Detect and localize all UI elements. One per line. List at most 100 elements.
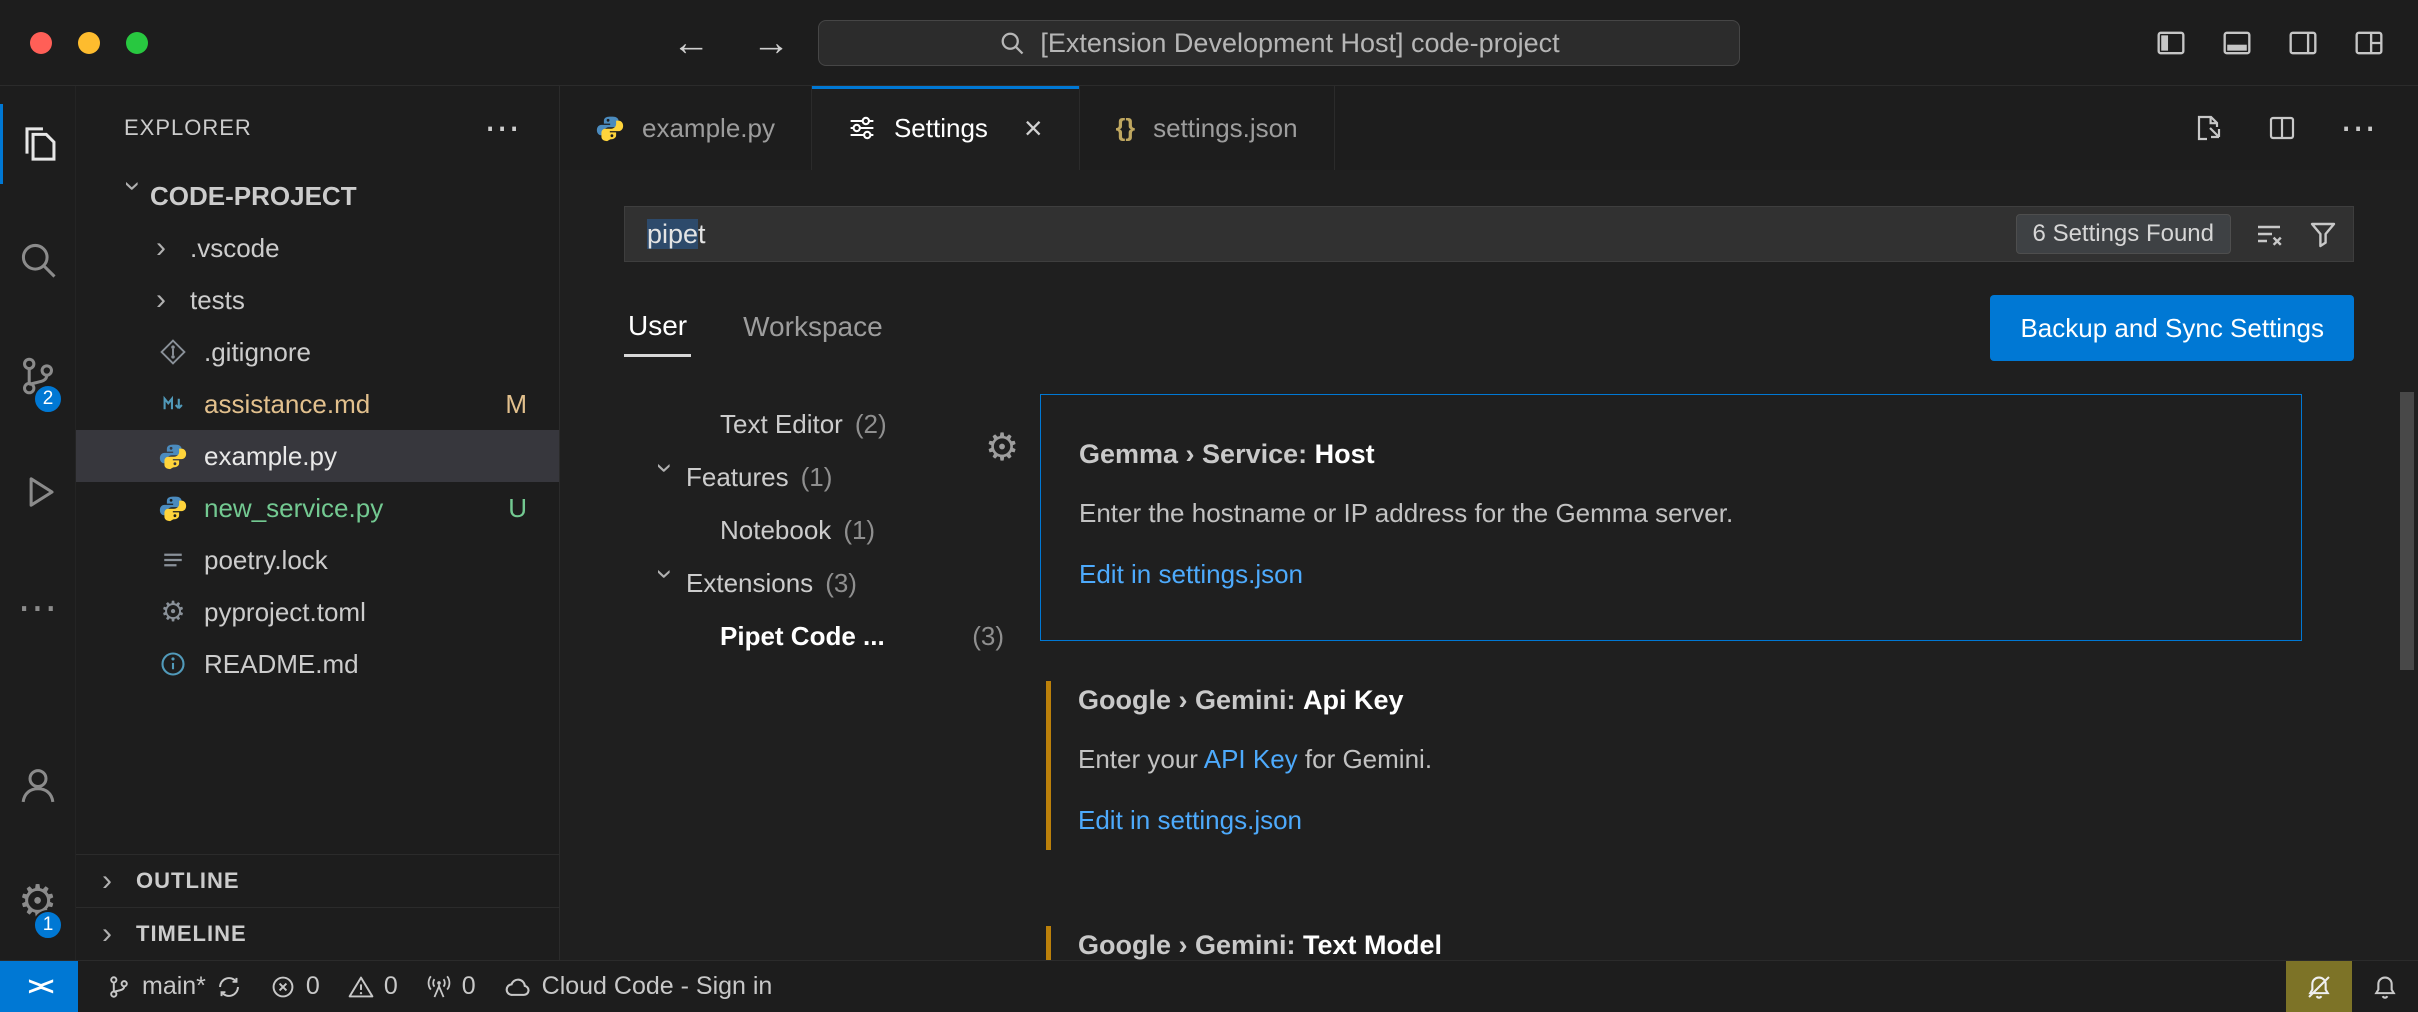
toggle-panel-icon[interactable]	[2220, 26, 2254, 60]
explorer-sidebar: EXPLORER ⋯ › CODE-PROJECT › .vscode › te…	[76, 86, 560, 960]
tree-item-pyproject-toml[interactable]: ⚙ pyproject.toml	[76, 586, 559, 638]
open-settings-json-icon[interactable]	[2192, 112, 2224, 144]
setting-actions-gear-icon[interactable]: ⚙	[985, 429, 1019, 467]
backup-sync-settings-button[interactable]: Backup and Sync Settings	[1990, 295, 2354, 361]
editor-group: example.py Settings × {} settings.json	[560, 86, 2418, 960]
python-icon	[156, 439, 190, 473]
warnings-count: 0	[384, 972, 398, 1001]
run-debug-view-button[interactable]	[0, 434, 75, 550]
tab-label: settings.json	[1153, 113, 1298, 144]
toc-item-features[interactable]: › Features (1)	[624, 451, 1040, 504]
cloud-icon	[504, 973, 532, 1001]
problems-status-item[interactable]: 0 0	[270, 972, 398, 1001]
settings-search-value: pipet	[639, 219, 706, 250]
chevron-right-icon: ›	[156, 231, 190, 265]
chevron-down-icon: ›	[648, 463, 682, 497]
customize-layout-icon[interactable]	[2352, 26, 2386, 60]
git-icon	[156, 335, 190, 369]
close-window-button[interactable]	[30, 32, 52, 54]
timeline-section-header[interactable]: › TIMELINE	[76, 907, 559, 960]
settings-editor: pipet 6 Settings Found User Workspace	[560, 170, 2418, 960]
tree-item-assistance-md[interactable]: assistance.md M	[76, 378, 559, 430]
search-view-button[interactable]	[0, 202, 75, 318]
setting-google-gemini-text-model[interactable]: Google › Gemini: Text Model	[1040, 886, 2302, 960]
manage-settings-button[interactable]: ⚙ 1	[0, 844, 75, 960]
edit-in-settings-json-link[interactable]: Edit in settings.json	[1078, 805, 2272, 836]
tree-item-readme-md[interactable]: README.md	[76, 638, 559, 690]
branch-status-item[interactable]: main*	[106, 972, 242, 1001]
toggle-secondary-sidebar-icon[interactable]	[2286, 26, 2320, 60]
markdown-icon	[156, 387, 190, 421]
tree-item-poetry-lock[interactable]: poetry.lock	[76, 534, 559, 586]
tab-example-py[interactable]: example.py	[560, 86, 812, 170]
minimize-window-button[interactable]	[78, 32, 100, 54]
tree-item-gitignore[interactable]: .gitignore	[76, 326, 559, 378]
settings-scope-tabs: User Workspace Backup and Sync Settings	[624, 292, 2354, 364]
filter-icon[interactable]	[2307, 218, 2339, 250]
tree-root-folder[interactable]: › CODE-PROJECT	[76, 170, 559, 222]
setting-gemma-service-host[interactable]: ⚙ Gemma › Service: Host Enter the hostna…	[1040, 394, 2302, 641]
setting-description: Enter your API Key for Gemini.	[1078, 744, 2272, 775]
command-center[interactable]: [Extension Development Host] code-projec…	[818, 20, 1740, 66]
source-control-view-button[interactable]: 2	[0, 318, 75, 434]
scrollbar[interactable]	[2400, 392, 2414, 670]
setting-google-gemini-api-key[interactable]: Google › Gemini: Api Key Enter your API …	[1040, 641, 2302, 886]
toc-item-text-editor[interactable]: Text Editor (2)	[624, 398, 1040, 451]
remote-indicator[interactable]: ><	[0, 961, 78, 1012]
tree-item-tests[interactable]: › tests	[76, 274, 559, 326]
split-editor-icon[interactable]	[2266, 112, 2298, 144]
python-icon	[596, 114, 624, 142]
setting-title: Google › Gemini: Api Key	[1078, 685, 2272, 716]
settings-search-input[interactable]: pipet 6 Settings Found	[624, 206, 2354, 262]
toc-item-extensions[interactable]: › Extensions (3)	[624, 557, 1040, 610]
file-tree: › CODE-PROJECT › .vscode › tests .gitign…	[76, 170, 559, 690]
tree-item-new-service-py[interactable]: new_service.py U	[76, 482, 559, 534]
explorer-view-button[interactable]	[0, 86, 75, 202]
setting-title: Gemma › Service: Host	[1079, 439, 2271, 470]
settings-sliders-icon	[848, 114, 876, 142]
tab-settings-json[interactable]: {} settings.json	[1080, 86, 1335, 170]
toc-item-notebook[interactable]: Notebook (1)	[624, 504, 1040, 557]
gear-icon: ⚙	[156, 595, 190, 629]
tab-bar: example.py Settings × {} settings.json	[560, 86, 2418, 170]
notifications-status-item[interactable]	[2352, 973, 2418, 1001]
sync-icon	[216, 974, 242, 1000]
close-tab-icon[interactable]: ×	[1024, 112, 1043, 144]
tab-settings[interactable]: Settings ×	[812, 86, 1080, 170]
go-back-button[interactable]: ←	[672, 22, 710, 65]
toggle-primary-sidebar-icon[interactable]	[2154, 26, 2188, 60]
outline-section-header[interactable]: › OUTLINE	[76, 854, 559, 907]
setting-title: Google › Gemini: Text Model	[1078, 930, 2272, 960]
scope-tab-workspace[interactable]: Workspace	[739, 301, 887, 355]
scope-tab-user[interactable]: User	[624, 300, 691, 357]
ports-status-item[interactable]: 0	[426, 972, 476, 1001]
vscode-window: ← → [Extension Development Host] code-pr…	[0, 0, 2418, 1012]
git-status-badge: M	[505, 389, 527, 420]
clear-settings-search-icon[interactable]	[2253, 218, 2285, 250]
search-icon	[998, 29, 1026, 57]
command-center-title: [Extension Development Host] code-projec…	[1040, 28, 1559, 59]
do-not-disturb-status-item[interactable]	[2286, 961, 2352, 1012]
go-forward-button[interactable]: →	[752, 22, 790, 65]
setting-description: Enter the hostname or IP address for the…	[1079, 498, 2271, 529]
chevron-right-icon: ›	[102, 917, 136, 951]
activity-bar: 2 ⋯ ⚙ 1	[0, 86, 76, 960]
zoom-window-button[interactable]	[126, 32, 148, 54]
status-bar: >< main* 0 0 0	[0, 960, 2418, 1012]
accounts-button[interactable]	[0, 728, 75, 844]
more-actions-icon[interactable]: ⋯	[2340, 110, 2376, 146]
edit-in-settings-json-link[interactable]: Edit in settings.json	[1079, 559, 2271, 590]
tree-item-example-py[interactable]: example.py	[76, 430, 559, 482]
explorer-actions-icon[interactable]: ⋯	[484, 110, 521, 146]
text-file-icon	[156, 543, 190, 577]
settings-list: ⚙ Gemma › Service: Host Enter the hostna…	[1040, 394, 2354, 960]
additional-views-button[interactable]: ⋯	[0, 550, 75, 666]
tree-item-vscode[interactable]: › .vscode	[76, 222, 559, 274]
toc-item-pipet-code[interactable]: Pipet Code ... (3)	[624, 610, 1040, 663]
radio-tower-icon	[426, 974, 452, 1000]
chevron-down-icon: ›	[648, 569, 682, 603]
errors-count: 0	[306, 972, 320, 1001]
info-icon	[156, 647, 190, 681]
api-key-link[interactable]: API Key	[1204, 744, 1298, 774]
cloud-code-status-item[interactable]: Cloud Code - Sign in	[504, 972, 773, 1001]
